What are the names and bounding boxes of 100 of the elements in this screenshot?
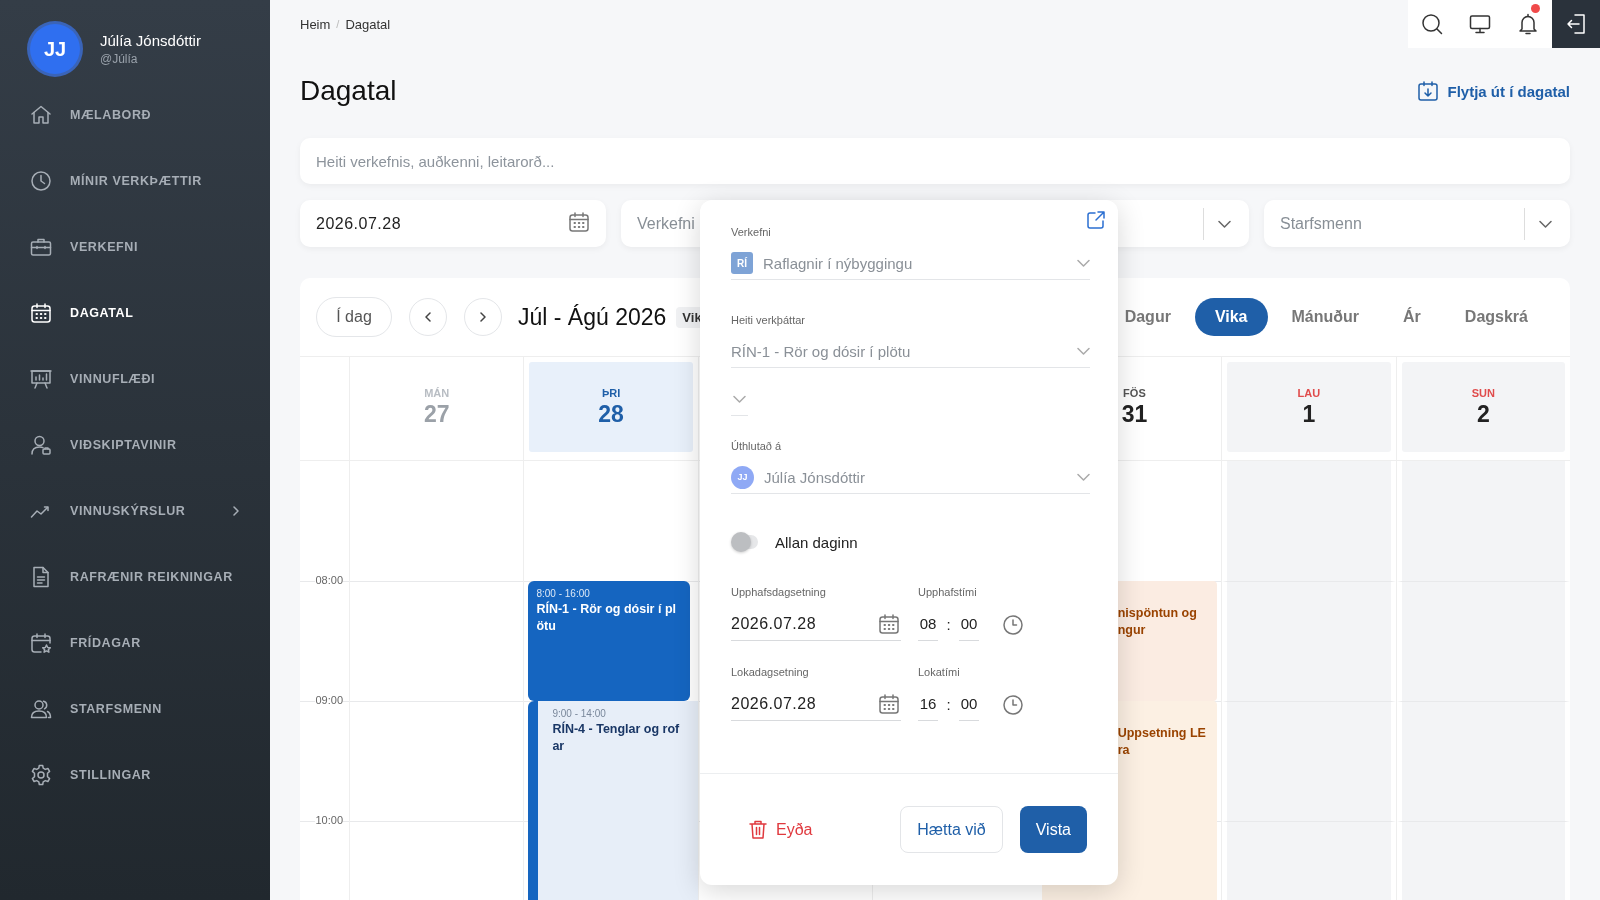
bell-icon bbox=[1517, 13, 1539, 35]
trash-icon bbox=[748, 819, 768, 840]
search-field[interactable]: Heiti verkefnis, auðkenni, leitarorð... bbox=[300, 138, 1570, 184]
breadcrumb-separator: / bbox=[336, 18, 340, 30]
page-title: Dagatal bbox=[300, 75, 397, 107]
day-number: 2 bbox=[1476, 400, 1490, 428]
clock-icon bbox=[1002, 693, 1024, 716]
users-icon bbox=[30, 698, 52, 720]
toggle-switch[interactable] bbox=[731, 532, 761, 552]
logout-button[interactable] bbox=[1552, 0, 1600, 48]
chevron-left-icon bbox=[424, 312, 432, 322]
document-icon bbox=[30, 566, 52, 588]
sidebar-item[interactable]: VINNUFLÆÐI bbox=[0, 346, 270, 412]
sidebar-item[interactable]: DAGATAL bbox=[0, 280, 270, 346]
home-icon bbox=[30, 104, 52, 126]
hour-field[interactable]: 16 bbox=[918, 688, 938, 721]
sidebar-item[interactable]: STARFSMENN bbox=[0, 676, 270, 742]
chevron-right-icon bbox=[479, 312, 487, 322]
day-number: 1 bbox=[1302, 400, 1316, 428]
sidebar-item[interactable]: FRÍDAGAR bbox=[0, 610, 270, 676]
event-title: RÍN-1 - Rör og dósir í pl ötu bbox=[536, 601, 677, 635]
calendar-download-icon bbox=[1417, 80, 1440, 102]
dropdown-field[interactable]: RÍ Raflagnir í nýbyggingu bbox=[731, 247, 1090, 280]
calendar-icon bbox=[878, 613, 900, 635]
breadcrumb-link[interactable]: Heim bbox=[300, 16, 331, 32]
field-label: Heiti verkþáttar bbox=[731, 313, 806, 328]
employee-select[interactable]: Starfsmenn bbox=[1264, 200, 1570, 247]
calendar-event[interactable]: 9:00 - 14:00 RÍN-4 - Tenglar og rof ar bbox=[528, 701, 698, 900]
dropdown-field[interactable]: JJ Júlía Jónsdóttir bbox=[731, 461, 1090, 494]
logout-icon bbox=[1565, 13, 1587, 35]
day-name: LAU bbox=[1297, 386, 1321, 399]
calendar-icon bbox=[878, 693, 900, 715]
time-separator: : bbox=[945, 616, 952, 633]
sidebar-item[interactable]: VIÐSKIPTAVINIR bbox=[0, 412, 270, 478]
user-handle: @Júlía bbox=[100, 52, 139, 66]
briefcase-icon bbox=[30, 236, 52, 258]
person-icon bbox=[30, 434, 52, 456]
field-label: Upphafstími bbox=[918, 585, 977, 600]
chevron-down-icon bbox=[1539, 219, 1552, 229]
external-link-icon bbox=[1086, 210, 1106, 230]
sidebar-item[interactable]: STILLINGAR bbox=[0, 742, 270, 808]
event-title: nispöntun og ngur bbox=[1117, 605, 1198, 639]
view-tab[interactable]: Ár bbox=[1383, 298, 1441, 336]
day-number: 28 bbox=[598, 400, 624, 428]
save-button[interactable]: Vista bbox=[1019, 806, 1087, 853]
user-avatar: JJ bbox=[30, 24, 80, 74]
export-link[interactable]: Flytja út í dagatal bbox=[1417, 80, 1570, 102]
chart-board-icon bbox=[30, 368, 52, 390]
chevron-down-icon bbox=[1218, 219, 1231, 229]
date-range-title: Júl - Ágú 2026 bbox=[518, 303, 667, 331]
calendar-icon bbox=[30, 302, 52, 324]
field-label: Upphafsdagsetning bbox=[731, 585, 827, 600]
sidebar-item[interactable]: RAFRÆNIR REIKNINGAR bbox=[0, 544, 270, 610]
sidebar-item[interactable]: MÍNIR VERKÞÆTTIR bbox=[0, 148, 270, 214]
view-tab[interactable]: Mánuður bbox=[1271, 298, 1380, 336]
day-name: FÖS bbox=[1123, 386, 1146, 399]
sidebar-item[interactable]: MÆLABORÐ bbox=[0, 82, 270, 148]
chevron-down-icon bbox=[1077, 472, 1090, 482]
event-title: RÍN-4 - Tenglar og rof ar bbox=[552, 721, 681, 755]
cancel-button[interactable]: Hætta við bbox=[900, 806, 1003, 853]
calendar-icon bbox=[568, 210, 590, 233]
hour-field[interactable]: 08 bbox=[918, 608, 938, 641]
calendar-event[interactable]: 8:00 - 16:00 RÍN-1 - Rör og dósir í pl ötu bbox=[528, 581, 690, 701]
field-label: Lokadagsetning bbox=[731, 665, 810, 680]
settings-icon bbox=[30, 764, 52, 786]
breadcrumb-link[interactable]: Dagatal bbox=[345, 16, 391, 32]
event-time: 8:00 - 16:00 bbox=[536, 588, 591, 599]
chevron-down-icon bbox=[1077, 258, 1090, 268]
field-label: Verkefni bbox=[731, 225, 772, 240]
minute-field[interactable]: 00 bbox=[959, 608, 979, 641]
date-field[interactable]: 2026.07.28 bbox=[731, 608, 901, 641]
chevron-down-icon bbox=[733, 394, 746, 404]
view-tab[interactable]: Dagskrá bbox=[1444, 298, 1548, 336]
day-number: 27 bbox=[423, 400, 450, 428]
view-tab[interactable]: Dagur bbox=[1104, 298, 1191, 336]
view-tab[interactable]: Vika bbox=[1194, 298, 1268, 336]
date-field[interactable]: 2026.07.28 bbox=[300, 200, 606, 247]
field-label: Lokatími bbox=[918, 665, 960, 680]
user-avatar: JJ bbox=[731, 465, 754, 489]
day-name: MÁN bbox=[424, 386, 450, 399]
field-label: Úthlutað á bbox=[731, 439, 783, 454]
toggle-label: Allan daginn bbox=[775, 533, 858, 551]
date-field[interactable]: 2026.07.28 bbox=[731, 688, 901, 721]
monitor-icon bbox=[1469, 13, 1491, 35]
event-title: Uppsetning LE ra bbox=[1117, 725, 1207, 759]
minute-field[interactable]: 00 bbox=[959, 688, 979, 721]
event-time: 9:00 - 14:00 bbox=[552, 708, 607, 719]
project-badge: RÍ bbox=[731, 252, 753, 274]
search-icon bbox=[1421, 13, 1443, 35]
sidebar-item[interactable]: VINNUSKÝRSLUR bbox=[0, 478, 270, 544]
delete-button[interactable]: Eyða bbox=[748, 819, 813, 840]
day-name: ÞRI bbox=[601, 386, 621, 399]
calendar-star-icon bbox=[30, 632, 52, 654]
day-name: SUN bbox=[1471, 386, 1495, 399]
sidebar-item[interactable]: VERKEFNI bbox=[0, 214, 270, 280]
dropdown-field[interactable]: RÍN-1 - Rör og dósir í plötu bbox=[731, 335, 1090, 368]
time-separator: : bbox=[945, 696, 952, 713]
open-button[interactable] bbox=[1084, 208, 1108, 232]
clock-icon bbox=[1002, 613, 1024, 636]
today-button[interactable]: Í dag bbox=[316, 297, 392, 337]
